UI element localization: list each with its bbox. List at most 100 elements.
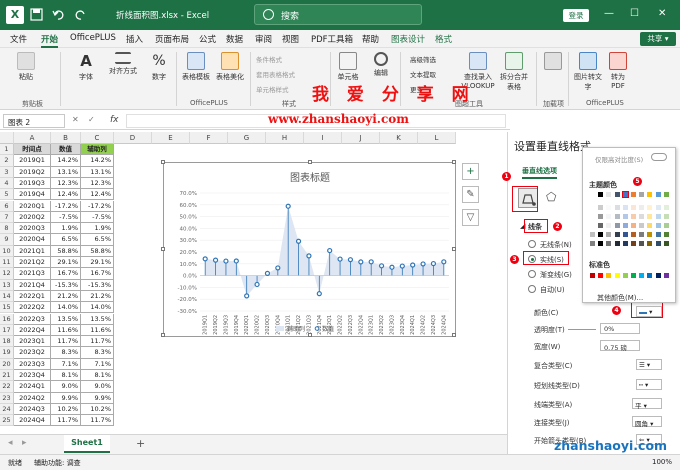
- row-header[interactable]: 10: [0, 245, 14, 257]
- header-cell[interactable]: 数值: [51, 144, 81, 156]
- menu-page-layout[interactable]: 页面布局: [155, 33, 189, 45]
- menu-review[interactable]: 审阅: [255, 33, 272, 45]
- column-header[interactable]: I: [304, 132, 342, 144]
- menu-pdf-tools[interactable]: PDF工具箱: [311, 33, 353, 45]
- close-button[interactable]: ✕: [658, 8, 666, 19]
- table-cell[interactable]: -17.2%: [51, 200, 81, 212]
- menu-file[interactable]: 文件: [10, 33, 27, 45]
- row-header[interactable]: 9: [0, 234, 14, 246]
- resize-handle[interactable]: [308, 160, 312, 164]
- table-cell[interactable]: -15.3%: [51, 279, 81, 291]
- effects-tab-icon[interactable]: ⬠: [546, 190, 556, 204]
- font-button[interactable]: A 字体: [74, 52, 98, 82]
- table-cell[interactable]: 9.0%: [51, 381, 81, 393]
- cap-type-dropdown[interactable]: 平 ▾: [632, 398, 662, 410]
- minimize-button[interactable]: —: [604, 8, 614, 19]
- table-cell[interactable]: 12.4%: [81, 189, 114, 201]
- table-cell[interactable]: -15.3%: [81, 279, 114, 291]
- theme-color-swatch[interactable]: [638, 213, 646, 220]
- row-header[interactable]: 14: [0, 290, 14, 303]
- high-contrast-toggle[interactable]: [651, 153, 667, 161]
- theme-color-swatch[interactable]: [646, 204, 654, 211]
- menu-formulas[interactable]: 公式: [199, 33, 216, 45]
- radio-no-line[interactable]: [528, 240, 536, 248]
- table-cell[interactable]: 14.2%: [51, 155, 81, 167]
- table-cell[interactable]: 6.5%: [81, 234, 114, 246]
- column-header[interactable]: L: [418, 132, 456, 144]
- transparency-input[interactable]: 0%: [600, 323, 640, 334]
- theme-color-swatch[interactable]: [589, 231, 596, 238]
- theme-color-swatch[interactable]: [605, 222, 613, 229]
- table-cell[interactable]: 2023Q2: [14, 347, 51, 359]
- theme-color-swatch[interactable]: [638, 204, 646, 211]
- theme-color-swatch[interactable]: [597, 231, 605, 238]
- table-cell[interactable]: 29.1%: [81, 257, 114, 269]
- resize-handle[interactable]: [161, 160, 165, 164]
- theme-color-swatch[interactable]: [597, 213, 605, 220]
- theme-color-swatch[interactable]: [621, 213, 629, 220]
- table-format-button[interactable]: 套用表格格式: [256, 69, 295, 79]
- theme-color-swatch[interactable]: [605, 191, 613, 198]
- theme-color-swatch[interactable]: [638, 240, 646, 247]
- zoom-level[interactable]: 100%: [652, 458, 672, 466]
- row-header[interactable]: 11: [0, 257, 14, 269]
- table-cell[interactable]: 2022Q3: [14, 313, 51, 325]
- table-cell[interactable]: 2019Q1: [14, 155, 51, 167]
- table-cell[interactable]: 2019Q2: [14, 166, 51, 178]
- theme-color-swatch[interactable]: [613, 191, 621, 198]
- column-header[interactable]: H: [266, 132, 304, 144]
- theme-color-swatch[interactable]: [654, 240, 662, 247]
- theme-color-swatch[interactable]: [654, 191, 662, 198]
- table-cell[interactable]: 8.1%: [81, 370, 114, 382]
- table-cell[interactable]: 2021Q3: [14, 268, 51, 280]
- table-cell[interactable]: 13.5%: [51, 313, 81, 325]
- theme-color-swatch[interactable]: [589, 204, 596, 211]
- sheet-tab[interactable]: Sheet1: [64, 435, 110, 453]
- table-cell[interactable]: 2022Q1: [14, 290, 51, 303]
- table-cell[interactable]: 10.2%: [81, 403, 114, 416]
- row-header[interactable]: 6: [0, 200, 14, 212]
- theme-color-swatch[interactable]: [646, 240, 654, 247]
- table-beautify-button[interactable]: 表格美化: [214, 52, 246, 82]
- table-cell[interactable]: 11.7%: [81, 415, 114, 427]
- theme-color-swatch[interactable]: [654, 204, 662, 211]
- theme-color-swatch[interactable]: [638, 222, 646, 229]
- theme-color-swatch[interactable]: [613, 204, 621, 211]
- row-header[interactable]: 12: [0, 268, 14, 280]
- table-cell[interactable]: 12.4%: [51, 189, 81, 201]
- theme-color-swatch[interactable]: [589, 222, 596, 229]
- resize-handle[interactable]: [452, 247, 456, 251]
- prev-sheet-icon[interactable]: ◂: [8, 438, 13, 448]
- column-header[interactable]: J: [342, 132, 380, 144]
- table-cell[interactable]: 11.7%: [51, 336, 81, 348]
- table-cell[interactable]: 2023Q3: [14, 358, 51, 370]
- resize-handle[interactable]: [161, 333, 165, 337]
- row-header[interactable]: 7: [0, 211, 14, 224]
- theme-color-swatch[interactable]: [597, 240, 605, 247]
- column-header[interactable]: G: [228, 132, 266, 144]
- menu-help[interactable]: 帮助: [362, 33, 379, 45]
- theme-color-swatch[interactable]: [630, 204, 637, 211]
- column-header[interactable]: K: [380, 132, 418, 144]
- table-cell[interactable]: 1.9%: [81, 223, 114, 235]
- table-cell[interactable]: 21.2%: [81, 290, 114, 303]
- theme-color-swatch[interactable]: [613, 231, 621, 238]
- advanced-filter-button[interactable]: 高级筛选: [410, 54, 436, 64]
- theme-color-swatch[interactable]: [630, 240, 637, 247]
- table-cell[interactable]: 9.9%: [51, 392, 81, 404]
- row-header[interactable]: 18: [0, 336, 14, 348]
- table-cell[interactable]: 13.5%: [81, 313, 114, 325]
- alignment-button[interactable]: 对齐方式: [106, 52, 140, 76]
- theme-color-swatch[interactable]: [662, 231, 670, 238]
- table-cell[interactable]: 2023Q1: [14, 336, 51, 348]
- transparency-slider[interactable]: [568, 329, 596, 330]
- table-cell[interactable]: 2021Q1: [14, 245, 51, 257]
- table-cell[interactable]: 10.2%: [51, 403, 81, 416]
- radio-gradient-line[interactable]: [528, 270, 536, 278]
- table-cell[interactable]: 14.2%: [81, 155, 114, 167]
- split-merge-button[interactable]: 拆分合并 表格: [498, 52, 530, 92]
- table-cell[interactable]: 2019Q4: [14, 189, 51, 201]
- standard-color-swatch[interactable]: [621, 272, 629, 279]
- next-sheet-icon[interactable]: ▸: [22, 438, 27, 448]
- select-all-corner[interactable]: [0, 132, 14, 144]
